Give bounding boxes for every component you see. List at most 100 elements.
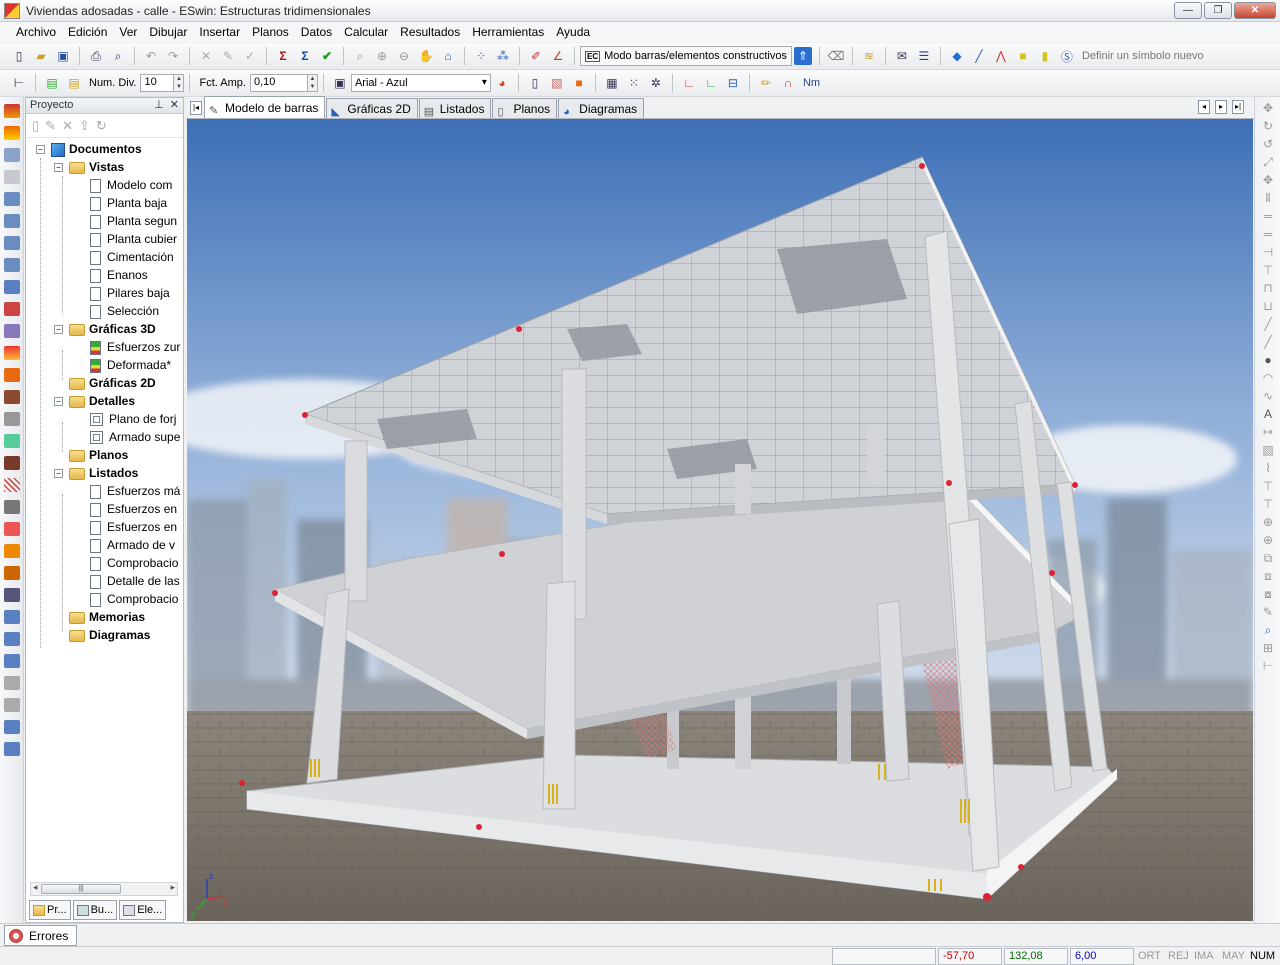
open-folder-icon[interactable]: ▰ xyxy=(32,47,50,65)
slab-red-icon[interactable] xyxy=(4,104,20,118)
network-icon[interactable]: ⁂ xyxy=(494,47,512,65)
tree-node-listados[interactable]: − Listados xyxy=(54,464,138,482)
polyline-icon[interactable]: ╱ xyxy=(1261,336,1275,349)
angle-icon[interactable]: ∠ xyxy=(549,47,567,65)
measure-icon[interactable]: ⊞ xyxy=(1261,642,1275,655)
panel-icon[interactable] xyxy=(4,434,20,448)
zoom-icon[interactable]: ⌕ xyxy=(351,47,369,65)
slab-fire-icon[interactable] xyxy=(4,126,20,140)
nm-units-select[interactable]: Nm xyxy=(803,77,820,89)
pencil-icon[interactable]: ✏ xyxy=(757,74,775,92)
print-preview-icon[interactable]: ⌕ xyxy=(109,47,127,65)
last-tab-icon[interactable]: ▸| xyxy=(1232,100,1244,114)
edit-icon[interactable]: ✎ xyxy=(219,47,237,65)
tree-item-vista[interactable]: Planta baja xyxy=(90,194,167,212)
new-sheet-icon[interactable]: ▯ xyxy=(526,74,544,92)
tree-item-vista[interactable]: Planta segun xyxy=(90,212,177,230)
support-alt-icon[interactable] xyxy=(4,698,20,712)
3d-viewport[interactable]: z x y xyxy=(187,119,1253,921)
flag-may[interactable]: MAY xyxy=(1222,949,1245,964)
save-icon[interactable]: ▣ xyxy=(54,47,72,65)
doc-green-icon[interactable]: ▤ xyxy=(43,74,61,92)
maximize-button[interactable]: ❐ xyxy=(1204,2,1232,19)
sum-all-icon[interactable]: Σ xyxy=(296,47,314,65)
layers-icon[interactable]: ≋ xyxy=(860,47,878,65)
tree-item-grafica[interactable]: Deformada* xyxy=(90,356,171,374)
tab-errores[interactable]: Errores xyxy=(4,925,78,946)
cylinder-icon[interactable]: ▮ xyxy=(1036,47,1054,65)
section-icon[interactable] xyxy=(4,742,20,756)
minimize-button[interactable]: — xyxy=(1174,2,1202,19)
zoom-window-icon[interactable]: ⧉ xyxy=(1261,552,1275,565)
rotate-icon[interactable]: ↻ xyxy=(1261,120,1275,133)
collapse-toggle[interactable]: − xyxy=(54,397,63,407)
doc-yellow-icon[interactable]: ▤ xyxy=(65,74,83,92)
validate-icon[interactable]: ✔ xyxy=(318,47,336,65)
refresh-icon[interactable]: ↻ xyxy=(96,118,107,134)
zoom-all-icon[interactable]: ⧇ xyxy=(1261,588,1275,601)
tree-node-detalles[interactable]: − Detalles xyxy=(54,392,135,410)
eraser-icon[interactable]: ⌫ xyxy=(827,47,845,65)
dot-grid-icon[interactable]: ⁙ xyxy=(625,74,643,92)
text-style-icon[interactable]: ▣ xyxy=(331,74,349,92)
tree-item-listado[interactable]: Detalle de las xyxy=(90,572,180,590)
load-line-icon[interactable] xyxy=(4,588,20,602)
tree-item-grafica[interactable]: Esfuerzos zur xyxy=(90,338,180,356)
zoom-out-icon[interactable]: ⊖ xyxy=(395,47,413,65)
beam-alt-icon[interactable] xyxy=(4,214,20,228)
delete-icon[interactable]: ✕ xyxy=(197,47,215,65)
break-icon[interactable]: ⌇ xyxy=(1261,462,1275,475)
tree-item-vista[interactable]: Modelo com xyxy=(90,176,172,194)
new-file-icon[interactable]: ▯ xyxy=(10,47,28,65)
grid-icon[interactable]: ▦ xyxy=(603,74,621,92)
scale-icon[interactable]: ⤢ xyxy=(1261,156,1275,169)
tree-item-vista[interactable]: Selección xyxy=(90,302,159,320)
fill-color-icon[interactable]: ■ xyxy=(570,74,588,92)
tree-item-listado[interactable]: Armado de v xyxy=(90,536,175,554)
tree-item-listado[interactable]: Esfuerzos má xyxy=(90,482,180,500)
tree-node-graficas-3d[interactable]: − Gráficas 3D xyxy=(54,320,156,338)
tree-node-memorias[interactable]: Memorias xyxy=(69,608,145,626)
redo-icon[interactable]: ↷ xyxy=(164,47,182,65)
dimension-icon[interactable]: ⊟ xyxy=(724,74,742,92)
menu-edicion[interactable]: Edición xyxy=(62,22,113,42)
magnet-icon[interactable]: ∩ xyxy=(779,74,797,92)
num-div-spinner[interactable]: ▲ ▼ xyxy=(174,74,185,92)
load-surface-icon[interactable] xyxy=(4,654,20,668)
new-doc-icon[interactable]: ▯ xyxy=(32,118,39,134)
tab-project[interactable]: Pr... xyxy=(29,900,71,920)
eraser-icon[interactable] xyxy=(4,368,20,382)
level-alt-icon[interactable]: ⊤ xyxy=(1261,498,1275,511)
menu-calcular[interactable]: Calcular xyxy=(338,22,394,42)
tab-graficas-2d[interactable]: ◣ Gráficas 2D xyxy=(326,98,418,118)
font-select[interactable]: Arial - Azul xyxy=(350,74,491,92)
pin-panel-icon[interactable]: ⊥ xyxy=(154,99,164,111)
ruler-icon[interactable]: ✐ xyxy=(527,47,545,65)
floor-red-icon[interactable] xyxy=(4,522,20,536)
trim-icon[interactable]: ⊤ xyxy=(1261,264,1275,277)
tab-elements[interactable]: Ele... xyxy=(119,900,167,920)
up-icon[interactable]: ⊕ xyxy=(1261,516,1275,529)
arch-icon[interactable] xyxy=(4,566,20,580)
flag-ima[interactable]: IMA xyxy=(1194,949,1214,964)
menu-ayuda[interactable]: Ayuda xyxy=(550,22,596,42)
zoom-extents-icon[interactable]: ⧈ xyxy=(1261,570,1275,583)
join-icon[interactable]: ⊔ xyxy=(1261,300,1275,313)
column-icon[interactable] xyxy=(4,148,20,162)
wall-alt-icon[interactable] xyxy=(4,258,20,272)
copy-sheet-icon[interactable]: ▧ xyxy=(548,74,566,92)
tree-node-documentos[interactable]: − Documentos xyxy=(36,140,142,158)
inspect-icon[interactable]: ⌕ xyxy=(1261,624,1275,637)
menu-resultados[interactable]: Resultados xyxy=(394,22,466,42)
polyline-icon[interactable]: ⋀ xyxy=(992,47,1010,65)
split-icon[interactable]: ⊓ xyxy=(1261,282,1275,295)
check-icon[interactable]: ✓ xyxy=(241,47,259,65)
tree-node-planos[interactable]: Planos xyxy=(69,446,128,464)
load-point-icon[interactable] xyxy=(4,632,20,646)
tab-listados[interactable]: ▤ Listados xyxy=(418,98,492,118)
tree-item-listado[interactable]: Comprobacio xyxy=(90,590,178,608)
comment-icon[interactable]: ✉ xyxy=(893,47,911,65)
menu-planos[interactable]: Planos xyxy=(246,22,295,42)
pencil-icon[interactable] xyxy=(4,346,20,360)
edit-doc-icon[interactable]: ✎ xyxy=(45,118,56,134)
